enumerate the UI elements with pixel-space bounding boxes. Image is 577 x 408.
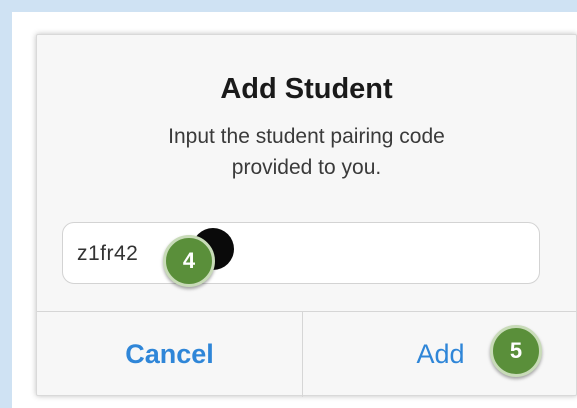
dialog-title: Add Student (220, 73, 393, 105)
add-student-dialog: Add Student Input the student pairing co… (36, 34, 577, 397)
cancel-button[interactable]: Cancel (37, 312, 302, 397)
dialog-message-line-2: provided to you. (231, 156, 382, 179)
dialog-message-line-1: Input the student pairing code (168, 125, 445, 148)
dialog-message: Input the student pairing code provided … (37, 121, 576, 183)
step-5-badge: 5 (490, 325, 542, 377)
pairing-code-value: z1fr42 (77, 242, 139, 265)
pairing-code-input[interactable]: z1fr42 (62, 222, 540, 284)
step-4-badge: 4 (163, 235, 215, 287)
